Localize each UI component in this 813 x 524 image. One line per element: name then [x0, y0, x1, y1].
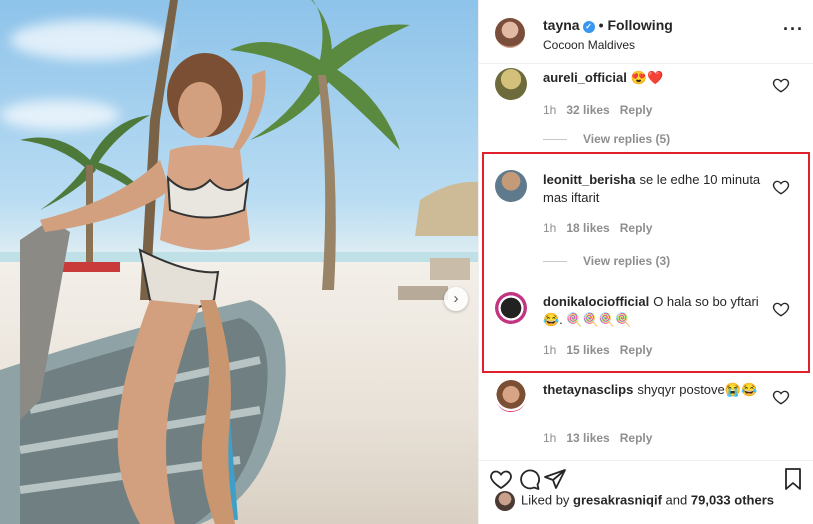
post-author: tayna ✓ • Following: [543, 17, 673, 33]
comment-likes[interactable]: 13 likes: [566, 431, 609, 445]
post-sidebar: tayna ✓ • Following Cocoon Maldives ··· aur…: [478, 0, 813, 524]
comment-meta: 1h 32 likes Reply: [543, 103, 662, 117]
comment-time: 1h: [543, 103, 557, 117]
liked-by-and: and: [665, 492, 688, 508]
view-replies-label: View replies (5): [583, 132, 671, 146]
comment-body: 😍❤️: [630, 70, 664, 85]
avatar[interactable]: [495, 491, 515, 511]
comment-body: shyqyr postove😭😂: [637, 382, 758, 397]
verified-icon: ✓: [582, 21, 595, 33]
replies-divider: [543, 139, 567, 141]
comment: thetaynasclips shyqyr postove😭😂 1h 13 like…: [495, 380, 800, 450]
comment-icon[interactable]: [517, 467, 541, 491]
location-link[interactable]: Cocoon Maldives: [543, 38, 635, 52]
separator-dot: •: [598, 17, 604, 33]
liked-by: Liked by gresakrasniqif and 79,033 other…: [495, 491, 774, 511]
avatar[interactable]: [495, 18, 525, 48]
beach-scene-illustration: [0, 0, 478, 524]
avatar[interactable]: [495, 380, 527, 412]
comment-text: aureli_official 😍❤️: [543, 69, 769, 87]
heart-icon[interactable]: [772, 388, 790, 406]
chevron-right-icon[interactable]: ›: [444, 287, 468, 311]
share-icon[interactable]: [543, 467, 567, 491]
comment-username[interactable]: thetaynasclips: [543, 382, 633, 397]
likes-count[interactable]: 79,033 others: [691, 492, 774, 507]
liked-by-prefix: Liked by: [521, 492, 570, 508]
comment-text: thetaynasclips shyqyr postove😭😂: [543, 381, 769, 399]
comments-list[interactable]: aureli_official 😍❤️ 1h 32 likes Reply View …: [479, 64, 813, 460]
bookmark-icon[interactable]: [781, 467, 805, 491]
reply-button[interactable]: Reply: [620, 103, 653, 117]
more-options-icon[interactable]: ···: [783, 20, 803, 40]
highlight-box: [482, 152, 810, 373]
reply-button[interactable]: Reply: [620, 431, 653, 445]
view-replies-button[interactable]: View replies (5): [543, 132, 670, 146]
comment-likes[interactable]: 32 likes: [566, 103, 609, 117]
post-header: tayna ✓ • Following Cocoon Maldives ···: [479, 0, 813, 64]
comment: aureli_official 😍❤️ 1h 32 likes Reply: [495, 68, 800, 128]
author-username[interactable]: tayna: [543, 17, 580, 33]
avatar[interactable]: [495, 68, 527, 100]
heart-icon[interactable]: [772, 76, 790, 94]
comment-username[interactable]: aureli_official: [543, 70, 627, 85]
following-button[interactable]: Following: [607, 17, 672, 33]
post-image: ›: [0, 0, 478, 524]
heart-icon[interactable]: [489, 467, 513, 491]
comment-time: 1h: [543, 431, 557, 445]
comment-meta: 1h 13 likes Reply: [543, 431, 662, 445]
post-actions: Liked by gresakrasniqif and 79,033 other…: [479, 460, 813, 524]
liked-by-user[interactable]: gresakrasniqif: [573, 492, 662, 507]
